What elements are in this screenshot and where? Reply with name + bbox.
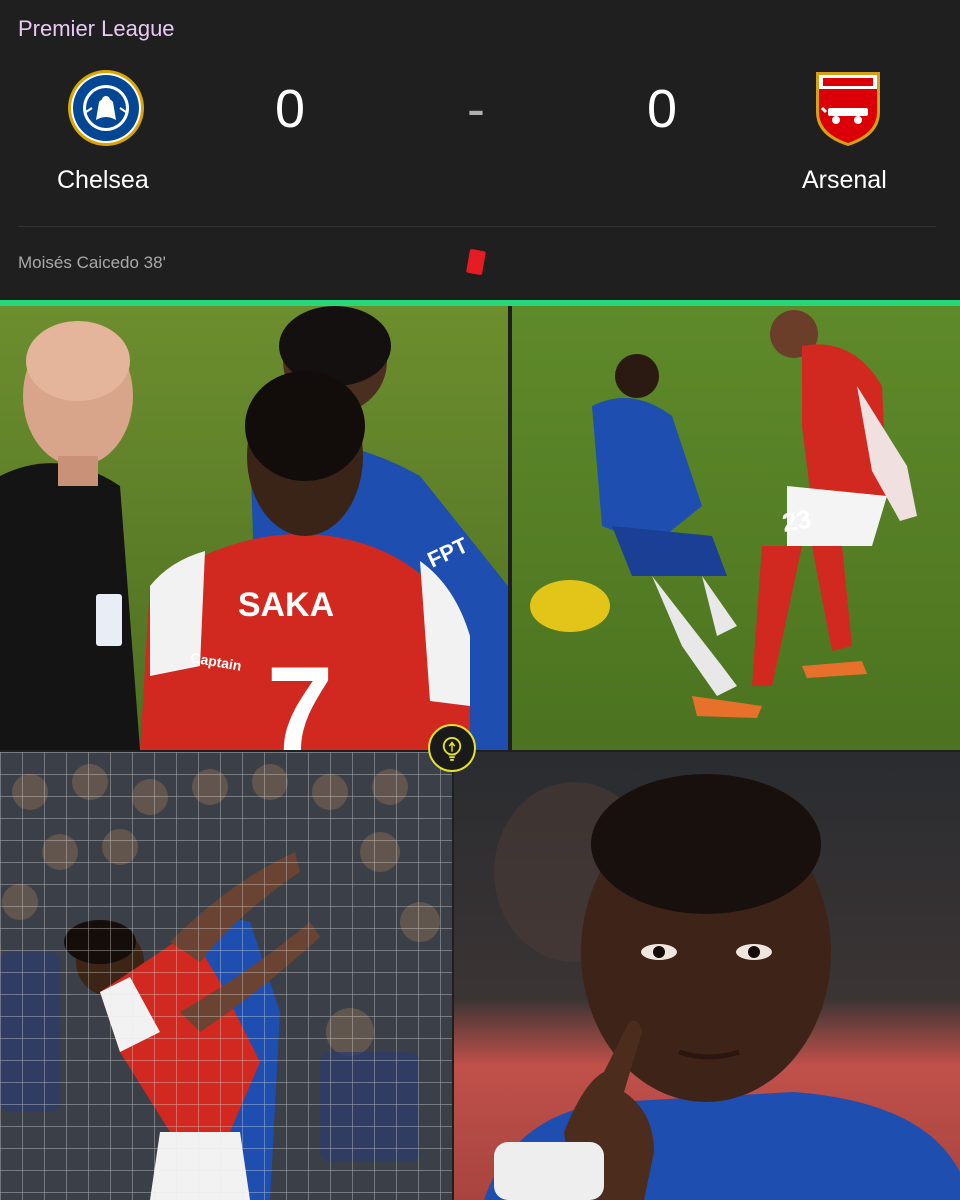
match-header: Premier League Chelsea 0 - 0 Arsenal Moi…: [0, 0, 960, 300]
collage-gap: [0, 750, 960, 752]
away-team-name: Arsenal: [802, 166, 887, 194]
home-team-name: Chelsea: [57, 166, 149, 194]
lightbulb-logo-icon: [428, 724, 476, 772]
photo-tackle-scene: 23: [512, 306, 960, 750]
photo-closeup-scene: [454, 752, 960, 1200]
home-score: 0: [274, 79, 306, 139]
score-separator: -: [467, 79, 485, 139]
collage-gap: [508, 306, 512, 750]
league-name: Premier League: [18, 16, 175, 41]
shirt-name: SAKA: [238, 586, 334, 624]
away-score: 0: [646, 79, 678, 139]
photo-reaction-scene: [0, 752, 452, 1200]
shirt-number-tackle: 23: [780, 503, 814, 538]
shirt-number: 7: [267, 642, 334, 750]
red-card-event: Moisés Caicedo 38': [18, 253, 166, 272]
photo-referee-scene: SAKA 7 Captain FPT: [0, 306, 508, 750]
collage-gap: [452, 752, 454, 1200]
header-divider: [18, 226, 936, 227]
red-card-icon: [466, 248, 486, 276]
chelsea-crest-icon: [68, 70, 144, 146]
arsenal-crest-icon: [816, 72, 880, 146]
